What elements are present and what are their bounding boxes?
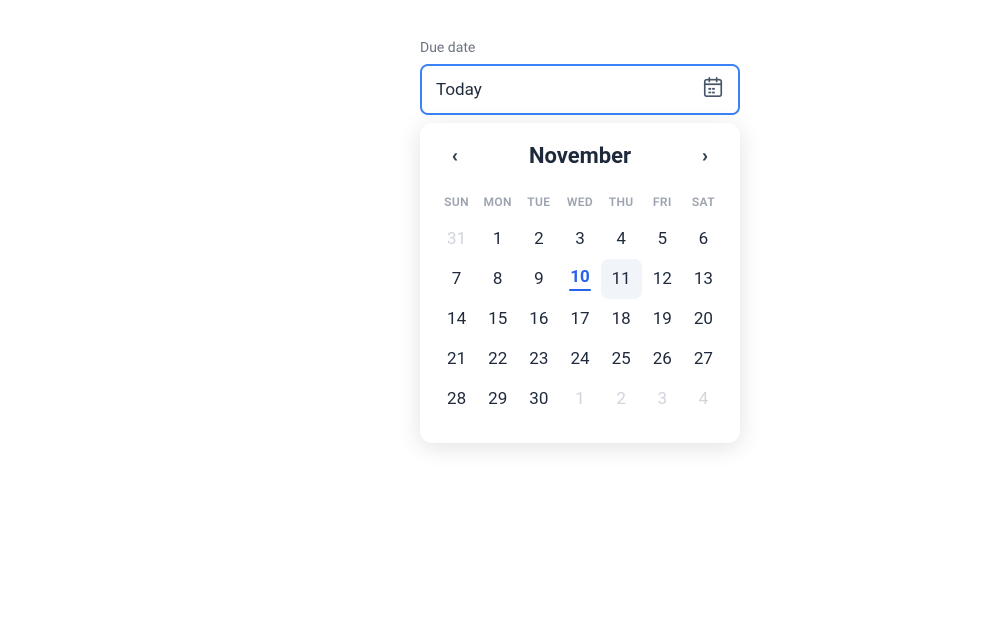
- calendar-day[interactable]: 16: [518, 299, 559, 339]
- calendar-day[interactable]: 4: [683, 379, 724, 419]
- due-date-label: Due date: [420, 40, 740, 56]
- month-title: November: [529, 144, 631, 169]
- next-month-button[interactable]: ›: [694, 143, 716, 169]
- calendar-day[interactable]: 20: [683, 299, 724, 339]
- calendar-day[interactable]: 18: [601, 299, 642, 339]
- calendar-day[interactable]: 2: [601, 379, 642, 419]
- prev-month-button[interactable]: ‹: [444, 143, 466, 169]
- calendar-grid: SUNMONTUEWEDTHUFRISAT 311234567891011121…: [436, 189, 724, 419]
- weekday-header: MON: [477, 189, 518, 219]
- calendar-day[interactable]: 1: [559, 379, 600, 419]
- calendar-week-row: 31123456: [436, 219, 724, 259]
- calendar-day[interactable]: 9: [518, 259, 559, 299]
- calendar-popup: ‹ November › SUNMONTUEWEDTHUFRISAT 31123…: [420, 123, 740, 443]
- calendar-day[interactable]: 21: [436, 339, 477, 379]
- calendar-day[interactable]: 31: [436, 219, 477, 259]
- weekday-header: SAT: [683, 189, 724, 219]
- calendar-day[interactable]: 1: [477, 219, 518, 259]
- calendar-day[interactable]: 22: [477, 339, 518, 379]
- calendar-day[interactable]: 25: [601, 339, 642, 379]
- weekday-header: SUN: [436, 189, 477, 219]
- calendar-day[interactable]: 11: [601, 259, 642, 299]
- calendar-day[interactable]: 3: [559, 219, 600, 259]
- calendar-day[interactable]: 5: [642, 219, 683, 259]
- calendar-day[interactable]: 10: [559, 259, 600, 299]
- calendar-day[interactable]: 28: [436, 379, 477, 419]
- calendar-day[interactable]: 13: [683, 259, 724, 299]
- calendar-day[interactable]: 7: [436, 259, 477, 299]
- calendar-week-row: 2829301234: [436, 379, 724, 419]
- calendar-week-row: 21222324252627: [436, 339, 724, 379]
- calendar-day[interactable]: 2: [518, 219, 559, 259]
- calendar-icon: [702, 76, 724, 103]
- weekday-header-row: SUNMONTUEWEDTHUFRISAT: [436, 189, 724, 219]
- date-input[interactable]: Today: [420, 64, 740, 115]
- calendar-day[interactable]: 23: [518, 339, 559, 379]
- date-input-value: Today: [436, 80, 482, 100]
- calendar-day[interactable]: 19: [642, 299, 683, 339]
- calendar-day[interactable]: 4: [601, 219, 642, 259]
- weekday-header: TUE: [518, 189, 559, 219]
- calendar-day[interactable]: 15: [477, 299, 518, 339]
- calendar-day[interactable]: 12: [642, 259, 683, 299]
- calendar-header: ‹ November ›: [436, 143, 724, 169]
- weekday-header: FRI: [642, 189, 683, 219]
- date-picker-container: Due date Today ‹ November › SUN: [420, 40, 740, 443]
- calendar-day[interactable]: 14: [436, 299, 477, 339]
- calendar-day[interactable]: 29: [477, 379, 518, 419]
- calendar-day[interactable]: 3: [642, 379, 683, 419]
- weekday-header: THU: [601, 189, 642, 219]
- calendar-day[interactable]: 30: [518, 379, 559, 419]
- calendar-day[interactable]: 24: [559, 339, 600, 379]
- calendar-day[interactable]: 26: [642, 339, 683, 379]
- calendar-week-row: 14151617181920: [436, 299, 724, 339]
- weekday-header: WED: [559, 189, 600, 219]
- calendar-day[interactable]: 8: [477, 259, 518, 299]
- calendar-day[interactable]: 6: [683, 219, 724, 259]
- calendar-week-row: 78910111213: [436, 259, 724, 299]
- calendar-day[interactable]: 17: [559, 299, 600, 339]
- calendar-day[interactable]: 27: [683, 339, 724, 379]
